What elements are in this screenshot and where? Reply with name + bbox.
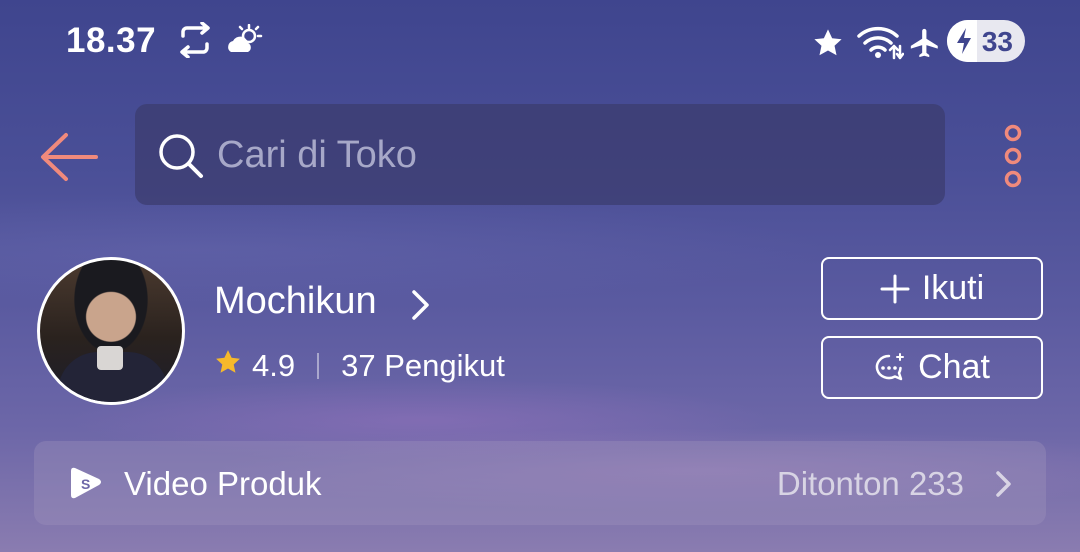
wifi-icon (856, 24, 905, 65)
search-icon (157, 132, 205, 185)
status-time: 18.37 (66, 21, 157, 60)
video-produk-row[interactable]: S Video Produk Ditonton 233 (34, 441, 1046, 525)
more-options-button[interactable] (996, 124, 1030, 190)
follow-label: Ikuti (921, 269, 985, 307)
shop-followers[interactable]: 37 Pengikut (341, 348, 505, 384)
battery-level: 33 (981, 26, 1013, 57)
chat-label: Chat (918, 348, 990, 386)
sync-icon (175, 21, 215, 63)
video-produk-label: Video Produk (124, 465, 322, 502)
search-bar[interactable] (135, 104, 945, 205)
divider (317, 353, 320, 379)
chevron-right-icon (994, 470, 1014, 503)
airplane-icon (908, 26, 942, 65)
battery-icon: 33 (947, 20, 1025, 62)
weather-icon (225, 23, 263, 61)
chevron-right-icon[interactable] (410, 289, 432, 326)
search-input[interactable] (215, 126, 919, 184)
more-vertical-icon (1004, 124, 1022, 188)
chat-button[interactable]: Chat (821, 336, 1043, 399)
back-arrow-icon (41, 133, 98, 181)
shop-name[interactable]: Mochikun (214, 280, 377, 323)
rating-star-icon (214, 348, 242, 384)
chat-icon (874, 352, 906, 384)
follow-button[interactable]: Ikuti (821, 257, 1043, 320)
back-button[interactable] (38, 130, 100, 184)
shop-stats: 4.9 37 Pengikut (214, 348, 505, 384)
plus-icon (880, 274, 910, 304)
shop-avatar[interactable] (37, 257, 185, 405)
star-icon (811, 27, 845, 64)
video-icon: S (67, 465, 103, 506)
shop-rating: 4.9 (252, 348, 296, 383)
video-view-count: Ditonton 233 (776, 465, 964, 502)
svg-text:S: S (81, 476, 90, 492)
status-bar: 18.37 33 (0, 0, 1080, 80)
